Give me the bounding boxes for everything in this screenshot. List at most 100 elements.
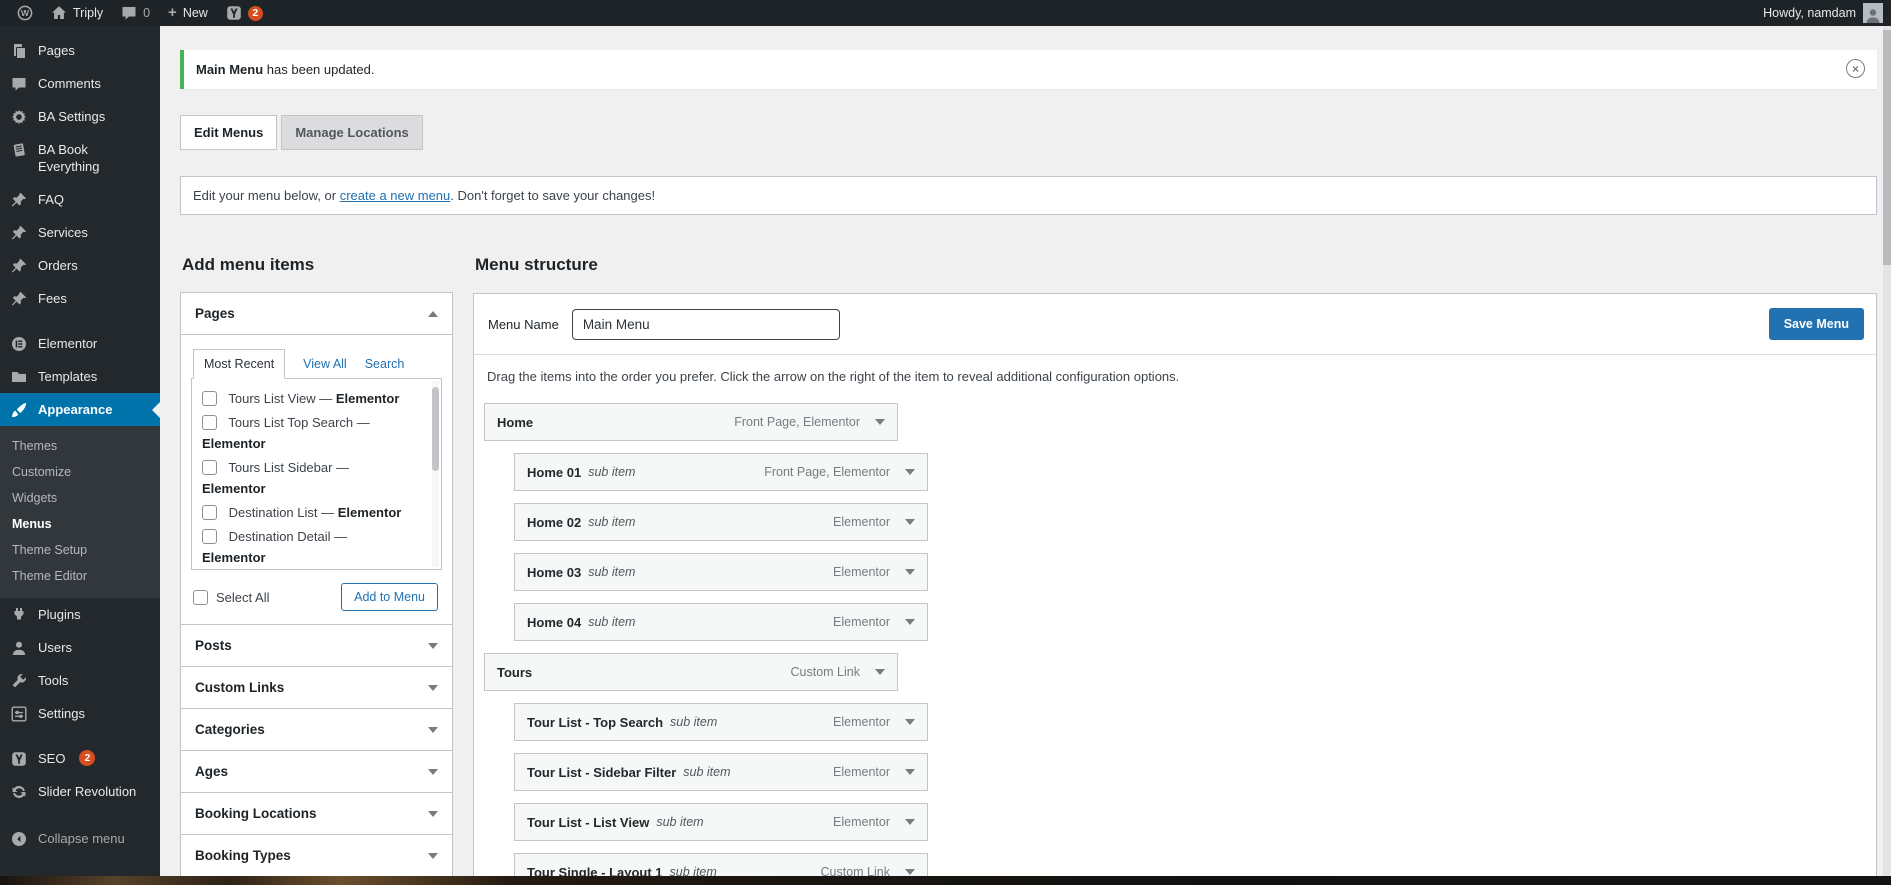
expand-arrow-icon[interactable] [905,869,915,875]
create-new-menu-link[interactable]: create a new menu [340,188,451,203]
menu-item-title: Home 02 [527,515,581,530]
expand-arrow-icon[interactable] [905,569,915,575]
menu-item-home-02[interactable]: Home 02 sub item Elementor [514,503,928,541]
collapse-menu-button[interactable]: Collapse menu [0,822,160,855]
sub-item-tag: sub item [670,715,717,729]
page-checkbox[interactable] [202,529,217,544]
expand-arrow-icon[interactable] [905,769,915,775]
select-all-control[interactable]: Select All [193,590,269,605]
wordpress-logo-menu[interactable] [8,0,42,26]
menu-item-title: Home 03 [527,565,581,580]
add-to-menu-button[interactable]: Add to Menu [341,583,438,611]
expand-arrow-icon[interactable] [905,519,915,525]
templates-folder-icon [10,369,28,385]
tab-manage-locations[interactable]: Manage Locations [281,115,422,150]
sidebar-item-settings[interactable]: Settings [0,697,160,730]
menu-item-home[interactable]: Home Front Page, Elementor [484,403,898,441]
panel-title: Custom Links [195,680,284,695]
sidebar-item-plugins[interactable]: Plugins [0,598,160,631]
sidebar-item-orders[interactable]: Orders [0,249,160,282]
sidebar-item-seo[interactable]: SEO 2 [0,742,160,775]
submenu-item-menus[interactable]: Menus [0,511,160,537]
posts-panel-header[interactable]: Posts [181,625,452,666]
submenu-item-widgets[interactable]: Widgets [0,485,160,511]
dismiss-notice-icon[interactable]: × [1846,59,1865,78]
submenu-item-customize[interactable]: Customize [0,459,160,485]
yoast-seo-menu[interactable]: 2 [217,0,272,26]
tab-view-all[interactable]: View All [303,350,347,378]
expand-arrow-icon[interactable] [905,719,915,725]
custom-links-panel-header[interactable]: Custom Links [181,667,452,708]
sidebar-item-ba-settings[interactable]: BA Settings [0,100,160,133]
page-checkbox[interactable] [202,460,217,475]
account-menu[interactable]: Howdy, namdam [1763,0,1891,26]
booking-locations-panel-header[interactable]: Booking Locations [181,793,452,834]
sidebar-item-fees[interactable]: Fees [0,282,160,315]
scrollbar-thumb[interactable] [1883,30,1891,265]
sidebar-item-elementor[interactable]: Elementor [0,327,160,360]
sidebar-item-templates[interactable]: Templates [0,360,160,393]
notice-text: has been updated. [263,62,374,77]
menu-item-tours[interactable]: Tours Custom Link [484,653,898,691]
sub-item-tag: sub item [683,765,730,779]
home-icon [51,5,67,21]
expand-arrow-icon[interactable] [875,669,885,675]
page-checkbox-item: Destination Detail — Elementor [202,526,403,568]
scrollbar-thumb[interactable] [432,387,439,471]
submenu-item-themes[interactable]: Themes [0,433,160,459]
menu-item-tour-list-top-search[interactable]: Tour List - Top Search sub item Elemento… [514,703,928,741]
sidebar-item-comments[interactable]: Comments [0,67,160,100]
browser-scrollbar[interactable] [1883,26,1891,885]
new-label: New [183,6,208,20]
menu-item-tour-list-list-view[interactable]: Tour List - List View sub item Elementor [514,803,928,841]
menu-item-title: Tour List - Sidebar Filter [527,765,676,780]
sidebar-item-slider-revolution[interactable]: Slider Revolution [0,775,160,808]
expand-arrow-icon[interactable] [905,469,915,475]
page-checkbox[interactable] [202,505,217,520]
pages-panel-body: Most Recent View All Search Tours List V… [181,334,452,624]
sidebar-item-label: Tools [38,672,68,689]
submenu-item-theme-setup[interactable]: Theme Setup [0,537,160,563]
sidebar-item-label: Users [38,639,72,656]
sidebar-item-services[interactable]: Services [0,216,160,249]
pages-checklist: Tours List View — Elementor Tours List T… [191,378,442,570]
menu-item-home-03[interactable]: Home 03 sub item Elementor [514,553,928,591]
expand-arrow-icon[interactable] [905,619,915,625]
tab-most-recent[interactable]: Most Recent [193,349,285,379]
ages-panel-header[interactable]: Ages [181,751,452,792]
menu-item-meta: Elementor [833,815,890,829]
expand-arrow-icon[interactable] [875,419,885,425]
chevron-down-icon [428,727,438,733]
avatar [1863,3,1883,23]
chevron-down-icon [428,811,438,817]
page-checkbox[interactable] [202,391,217,406]
sidebar-item-pages[interactable]: Pages [0,34,160,67]
menu-name-input[interactable] [572,309,840,340]
save-menu-button[interactable]: Save Menu [1769,308,1864,340]
expand-arrow-icon[interactable] [905,819,915,825]
tab-search[interactable]: Search [365,350,405,378]
sidebar-item-ba-book-everything[interactable]: BA Book Everything [0,133,160,183]
submenu-item-theme-editor[interactable]: Theme Editor [0,563,160,589]
sidebar-item-faq[interactable]: FAQ [0,183,160,216]
sidebar-item-tools[interactable]: Tools [0,664,160,697]
menu-item-tour-list-sidebar-filter[interactable]: Tour List - Sidebar Filter sub item Elem… [514,753,928,791]
menu-item-home-01[interactable]: Home 01 sub item Front Page, Elementor [514,453,928,491]
comments-shortcut[interactable]: 0 [112,0,159,26]
booking-types-panel-header[interactable]: Booking Types [181,835,452,876]
sidebar-item-appearance[interactable]: Appearance [0,393,160,426]
menu-item-home-04[interactable]: Home 04 sub item Elementor [514,603,928,641]
categories-panel-header[interactable]: Categories [181,709,452,750]
page-state: Elementor [336,391,400,406]
pages-panel-header[interactable]: Pages [181,293,452,334]
new-content-menu[interactable]: + New [159,0,217,26]
page-checkbox[interactable] [202,415,217,430]
menu-structure-card: Menu Name Save Menu Drag the items into … [473,293,1877,885]
sidebar-item-users[interactable]: Users [0,631,160,664]
pin-icon [10,225,28,241]
select-all-checkbox[interactable] [193,590,208,605]
pages-list-scrollbar[interactable] [432,381,439,567]
comment-bubble-icon [121,5,137,21]
tab-edit-menus[interactable]: Edit Menus [180,115,277,150]
site-name-menu[interactable]: Triply [42,0,112,26]
